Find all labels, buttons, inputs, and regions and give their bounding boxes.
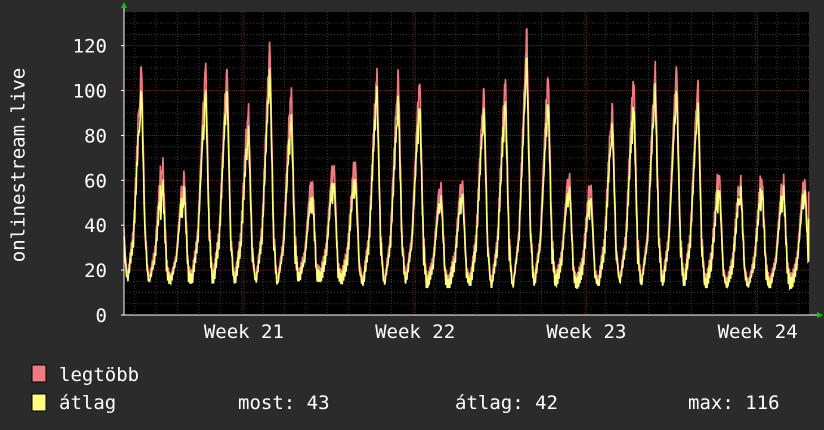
y-axis-label: onlinestream.live: [8, 68, 30, 262]
chart-svg: 0 20 40 60 80 100 120 Week 21 Week 22 Week 23 Wee…: [0, 0, 824, 430]
legend-label-legtobb: legtöbb: [59, 364, 139, 386]
y-tick-label: 0: [96, 305, 107, 327]
x-tick-label: Week 22: [375, 321, 455, 343]
stat-atlag: átlag: 42: [455, 392, 558, 414]
legend-swatch-atlag: [31, 393, 47, 412]
y-tick-label: 20: [84, 260, 107, 282]
y-tick-label: 60: [84, 170, 107, 192]
y-tick-label: 120: [73, 36, 107, 58]
y-tick-label: 40: [84, 215, 107, 237]
legend-swatch-legtobb: [31, 364, 47, 383]
x-tick-label: Week 24: [718, 321, 798, 343]
y-tick-label: 100: [73, 81, 107, 103]
y-tick-label: 80: [84, 125, 107, 147]
legend-label-atlag: átlag: [59, 392, 116, 414]
x-tick-label: Week 23: [546, 321, 626, 343]
stat-most: most: 43: [238, 392, 330, 414]
x-tick-label: Week 21: [204, 321, 284, 343]
stat-max: max: 116: [688, 392, 780, 414]
